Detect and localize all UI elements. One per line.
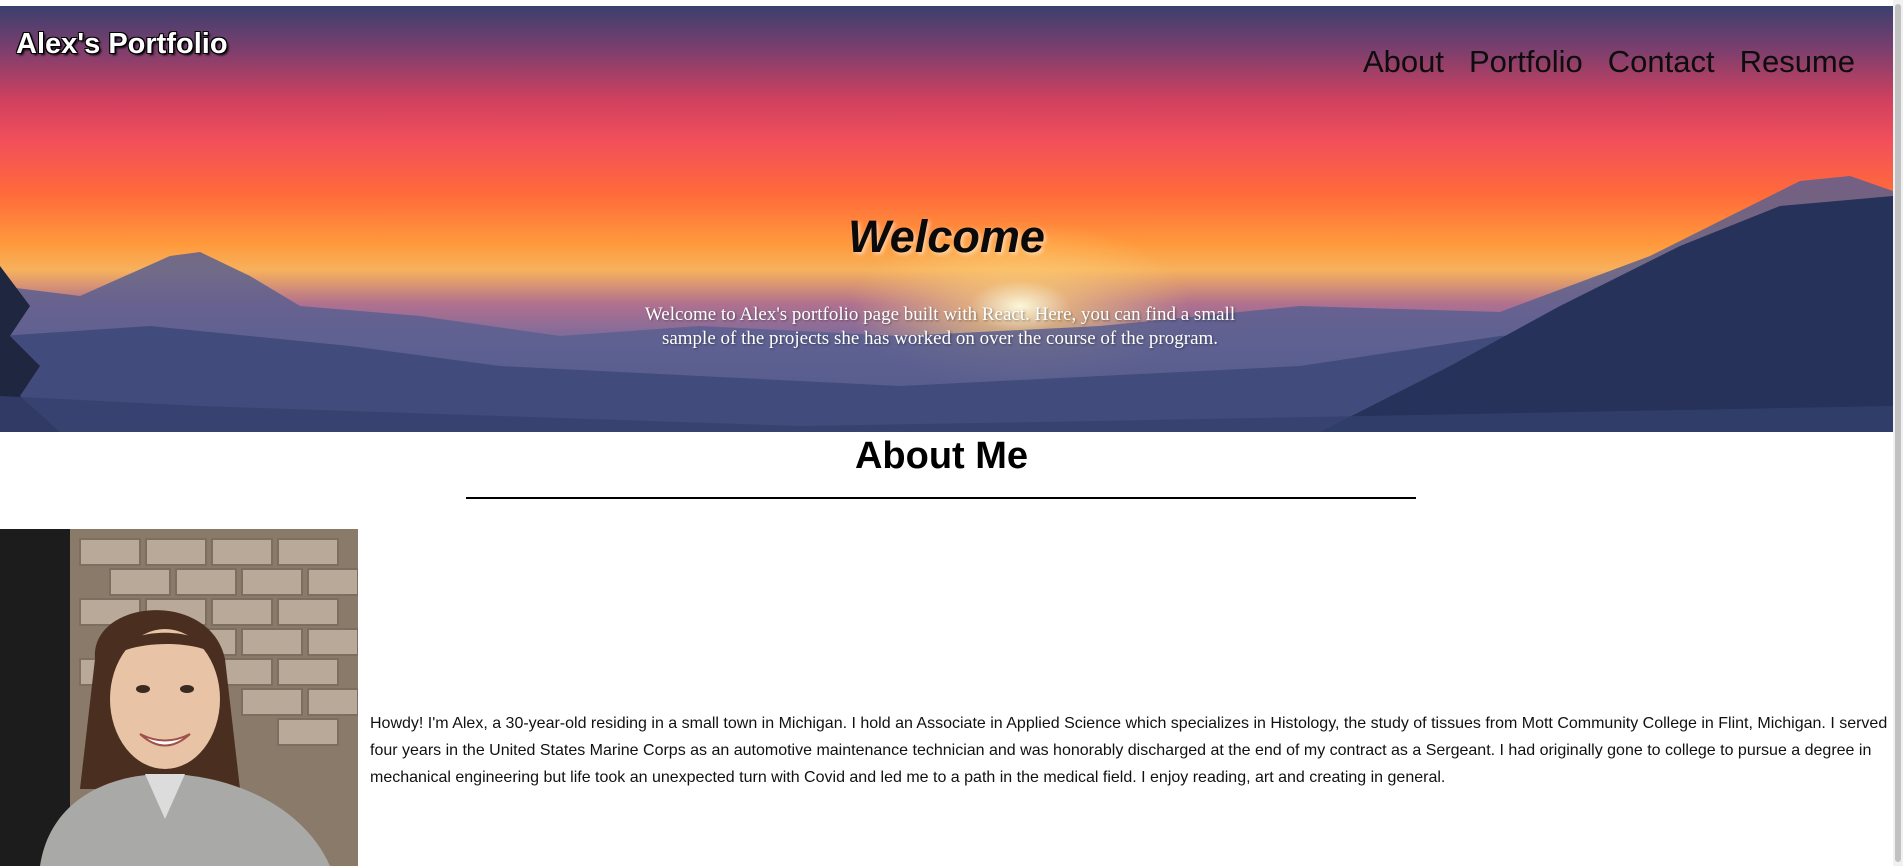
site-brand[interactable]: Alex's Portfolio [16, 28, 228, 61]
nav-portfolio-link[interactable]: Portfolio [1469, 44, 1583, 80]
profile-photo [0, 529, 358, 866]
about-divider [466, 497, 1416, 499]
nav-about-link[interactable]: About [1363, 44, 1444, 80]
scrollbar-thumb[interactable] [1895, 4, 1901, 862]
about-heading: About Me [854, 435, 1029, 477]
welcome-heading: Welcome [848, 211, 1045, 262]
welcome-text: Welcome to Alex's portfolio page built w… [644, 304, 1236, 349]
main-nav: About Portfolio Contact Resume [1363, 44, 1855, 80]
about-paragraph: Howdy! I'm Alex, a 30-year-old residing … [370, 715, 1888, 786]
page-scrollbar[interactable] [1893, 0, 1903, 866]
hero-banner: Alex's Portfolio About Portfolio Contact… [0, 6, 1893, 432]
nav-contact-link[interactable]: Contact [1608, 44, 1715, 80]
nav-resume-link[interactable]: Resume [1740, 44, 1855, 80]
portrait-image [0, 529, 358, 866]
